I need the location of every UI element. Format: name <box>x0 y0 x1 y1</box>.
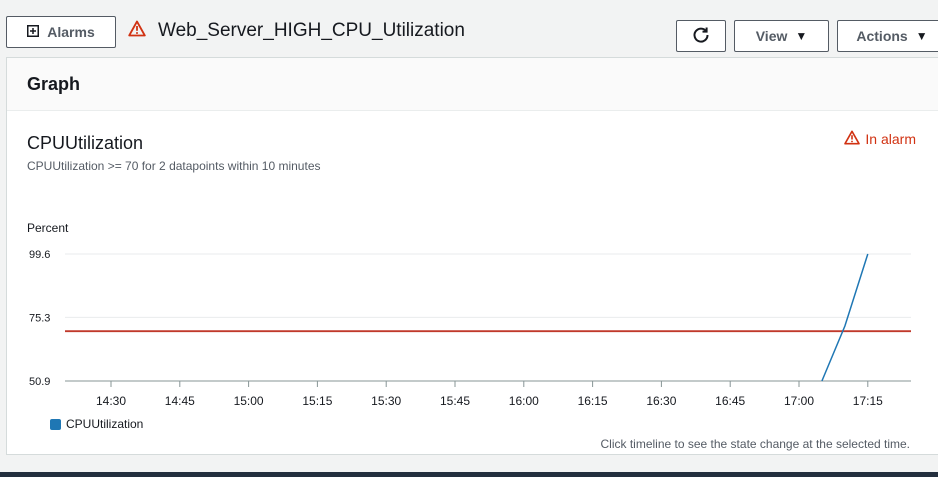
page-header: Web_Server_HIGH_CPU_Utilization <box>128 18 465 44</box>
timeline-hint: Click timeline to see the state change a… <box>600 437 911 451</box>
refresh-button[interactable] <box>676 20 726 52</box>
x-tick-label: 16:00 <box>509 394 539 408</box>
refresh-icon <box>692 26 710 47</box>
alarms-button[interactable]: Alarms <box>6 16 116 48</box>
legend-label: CPUUtilization <box>66 417 144 431</box>
actions-button[interactable]: Actions ▼ <box>837 20 938 52</box>
x-tick-label: 16:45 <box>715 394 745 408</box>
page-title: Web_Server_HIGH_CPU_Utilization <box>158 20 465 41</box>
actions-button-label: Actions <box>856 28 908 44</box>
y-tick-label: 75.3 <box>29 312 50 324</box>
alarms-button-label: Alarms <box>47 24 95 40</box>
x-tick-label: 15:15 <box>302 394 332 408</box>
view-button[interactable]: View ▼ <box>734 20 829 52</box>
bottom-bar <box>0 472 938 477</box>
x-tick-label: 16:15 <box>578 394 608 408</box>
view-button-label: View <box>755 28 788 44</box>
warning-triangle-icon <box>128 20 146 42</box>
expand-square-icon <box>27 24 40 40</box>
chart-legend[interactable]: CPUUtilization <box>50 417 143 431</box>
graph-panel: Graph CPUUtilization CPUUtilization >= 7… <box>6 57 938 455</box>
cpu-utilization-chart[interactable]: 50.9 75.3 99.6 14:30 14:45 15:00 15:15 15:30 15:… <box>7 58 938 456</box>
legend-swatch <box>50 418 61 430</box>
y-tick-label: 99.6 <box>29 249 50 261</box>
caret-down-icon: ▼ <box>915 29 928 43</box>
x-tick-label: 14:45 <box>165 394 195 408</box>
x-tick-label: 17:15 <box>853 394 883 408</box>
x-tick-label: 14:30 <box>96 394 126 408</box>
x-tick-label: 15:45 <box>440 394 470 408</box>
x-tick-label: 15:30 <box>371 394 401 408</box>
x-tick-label: 15:00 <box>234 394 264 408</box>
caret-down-icon: ▼ <box>795 29 808 43</box>
x-tick-label: 17:00 <box>784 394 814 408</box>
x-tick-label: 16:30 <box>646 394 676 408</box>
y-tick-label: 50.9 <box>29 376 50 388</box>
